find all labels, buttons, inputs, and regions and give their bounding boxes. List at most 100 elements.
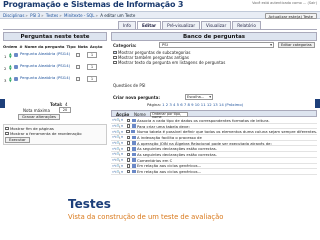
tab-visualizar[interactable]: Visualizar: [201, 21, 232, 29]
tab-divider: [3, 29, 317, 30]
tab-bar: Info Editar Pré-visualizar Visualizar Re…: [118, 21, 262, 29]
update-test-button[interactable]: Actualizar este(a) Teste: [264, 12, 317, 19]
edit-question-icon[interactable]: [76, 77, 80, 81]
breadcrumb-separator: »: [95, 13, 98, 18]
question-text: A indexação facilita o processo de: [137, 134, 202, 140]
column-tipo: Tipo: [66, 44, 76, 49]
move-arrows-icon[interactable]: ▲ ▼: [9, 76, 12, 83]
row-checkbox[interactable]: [126, 158, 130, 162]
row-action-icons[interactable]: «✎🔍✕: [111, 152, 125, 156]
column-nome: Nome: [134, 112, 146, 117]
max-grade-input[interactable]: 20: [59, 107, 71, 113]
question-number: 2: [4, 66, 7, 71]
breadcrumb-separator: »: [25, 13, 28, 18]
row-action-icons[interactable]: «✎🔍✕: [111, 158, 125, 162]
grade-input[interactable]: 1: [87, 52, 97, 58]
row-action-icons[interactable]: «✎🔍✕: [111, 135, 125, 139]
question-type-icon: [131, 129, 136, 134]
row-action-icons[interactable]: «✎🔍✕: [111, 124, 125, 128]
row-action-icons[interactable]: «✎🔍✕: [111, 164, 125, 168]
question-type-icon: [131, 124, 136, 128]
save-changes-button[interactable]: Gravar alterações: [18, 114, 60, 120]
checkbox-row: Mostrar texto da pergunta em listagens d…: [113, 60, 225, 65]
slide-subtitle: Vista da construção de um teste de avali…: [68, 213, 224, 221]
move-arrows-icon[interactable]: ▲ ▼: [9, 52, 12, 59]
question-bank-panel: Banco de perguntas Categoria: PSI ▾ Edita…: [111, 32, 317, 175]
category-select[interactable]: PSI ▾: [159, 42, 274, 48]
checkbox[interactable]: [113, 60, 117, 65]
chevron-down-icon: ▾: [209, 95, 211, 99]
edit-categories-button[interactable]: Editar categorias: [278, 42, 315, 48]
question-number: 3: [4, 78, 7, 83]
create-question-label: Criar nova pergunta:: [113, 95, 160, 100]
execute-button[interactable]: Executar: [5, 137, 30, 143]
question-name-link[interactable]: Pergunta Aleatória (PSI14): [20, 63, 72, 69]
question-type-icon: [131, 135, 136, 140]
checkbox[interactable]: [113, 55, 117, 60]
question-text: Associa a cada tipo de dados os correspo…: [137, 117, 270, 123]
question-name-link[interactable]: Pergunta Aleatória (PSI14): [20, 51, 72, 57]
tab-relatorio[interactable]: Relatório: [232, 21, 261, 29]
grade-input[interactable]: 1: [87, 76, 97, 82]
column-accao: Acção: [89, 44, 103, 49]
question-type-icon: [131, 169, 136, 174]
question-text: A operação JOIN na Álgebra Relacional po…: [137, 140, 272, 146]
max-grade-label: Nota máxima: [23, 108, 50, 113]
edit-question-icon[interactable]: [76, 53, 80, 57]
row-action-icons[interactable]: «✎🔍✕: [111, 141, 125, 145]
breadcrumb-disciplinas[interactable]: Disciplinas: [3, 13, 24, 18]
panel-title: Banco de perguntas: [111, 32, 317, 41]
create-select-value: Escolha...: [187, 95, 205, 99]
sort-order-select[interactable]: Ordenar por tipo, nome: [150, 111, 188, 119]
option-label: Mostrar a ferramenta de reordenação: [10, 131, 82, 136]
pagination-links[interactable]: 1 2 3 4 5 6 7 8 9 10 11 12 13 14 (Próxim…: [162, 102, 243, 107]
question-row: 1 ▲ ▼ Pergunta Aleatória (PSI14) 1: [3, 51, 107, 63]
breadcrumb-testes[interactable]: Testes: [46, 13, 58, 18]
tab-editar[interactable]: Editar: [136, 21, 162, 29]
slide-title: Testes: [68, 197, 111, 211]
breadcrumb-psi3[interactable]: PSI 3: [30, 13, 40, 18]
breadcrumb-separator: »: [59, 13, 62, 18]
row-action-icons[interactable]: «✎🔍✕: [111, 118, 125, 122]
question-text: Numa tabela é possível definir que todos…: [136, 129, 317, 135]
question-text: Comentários em C: [137, 157, 173, 163]
move-arrows-icon[interactable]: ▲ ▼: [9, 64, 12, 71]
tab-pre-visualizar[interactable]: Pré-visualizar: [162, 21, 201, 29]
row-action-icons[interactable]: «✎🔍✕: [111, 130, 125, 134]
login-info[interactable]: Você está autenticado como … (Sair): [252, 1, 317, 5]
edit-question-icon[interactable]: [76, 65, 80, 69]
row-checkbox[interactable]: [126, 135, 130, 140]
tab-info[interactable]: Info: [118, 21, 136, 29]
checkbox[interactable]: [5, 126, 9, 131]
row-checkbox[interactable]: [126, 118, 130, 123]
row-checkbox[interactable]: [126, 152, 130, 157]
row-checkbox[interactable]: [126, 169, 130, 174]
row-checkbox[interactable]: [126, 124, 130, 128]
column-nota: Nota: [77, 44, 88, 49]
question-name-link[interactable]: Pergunta Aleatória (PSI14): [20, 75, 72, 81]
row-checkbox[interactable]: [126, 141, 130, 145]
breadcrumb-minitexte[interactable]: Minitexte - SQL: [64, 13, 94, 18]
question-text: Em relação aos ciclos genéricos...: [137, 169, 202, 175]
pagination-label: Página:: [147, 102, 161, 107]
bank-question-list: «✎🔍✕ Associa a cada tipo de dados os corr…: [111, 118, 317, 175]
create-question-select[interactable]: Escolha... ▾: [185, 94, 213, 100]
questions-table-header: Ordem # Nome da pergunta Tipo Nota Acção: [3, 44, 107, 49]
question-number: 1: [4, 54, 7, 59]
row-checkbox[interactable]: [126, 164, 130, 168]
question-type-icon: [131, 141, 136, 145]
row-checkbox[interactable]: [126, 129, 130, 134]
grade-input[interactable]: 1: [87, 64, 97, 70]
random-question-icon: [14, 65, 18, 69]
row-action-icons[interactable]: «✎🔍✕: [111, 147, 125, 151]
pagination: Página: 1 2 3 4 5 6 7 8 9 10 11 12 13 14…: [147, 102, 243, 107]
question-row: 3 ▲ ▼ Pergunta Aleatória (PSI14) 1: [3, 75, 107, 87]
row-checkbox[interactable]: [126, 147, 130, 151]
row-action-icons[interactable]: «✎🔍✕: [111, 170, 125, 174]
question-row: 2 ▲ ▼ Pergunta Aleatória (PSI14) 1: [3, 63, 107, 75]
checkbox[interactable]: [113, 50, 117, 55]
question-text: As seguintes declarações estão correctas…: [137, 146, 217, 152]
random-question-icon: [14, 53, 18, 57]
checkbox[interactable]: [5, 131, 9, 136]
breadcrumb-separator: »: [41, 13, 44, 18]
